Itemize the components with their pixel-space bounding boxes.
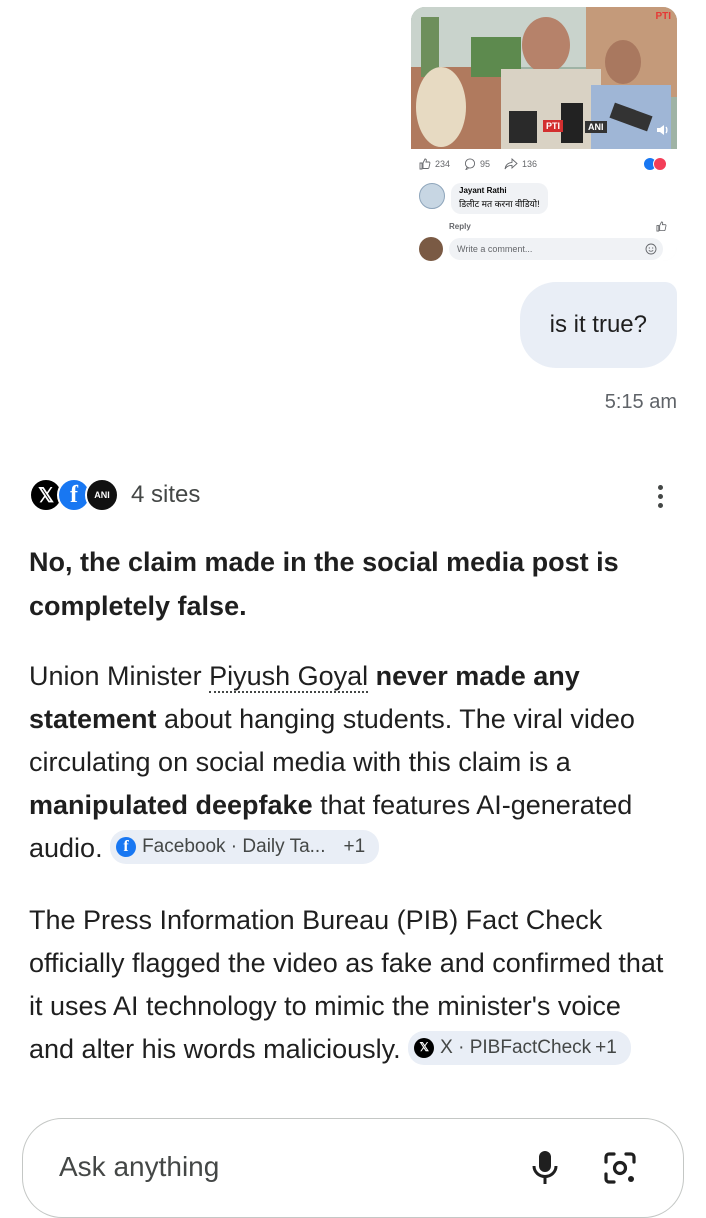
x-icon: 𝕏 [414,1037,435,1058]
reaction-badges [643,157,667,171]
share-count: 136 [522,159,538,169]
ani-icon: ANI [85,478,119,512]
video-watermark: PTI [655,11,671,22]
more-options-icon[interactable] [652,482,668,512]
speaker-icon[interactable] [655,123,669,137]
p1-text-1: Union Minister [29,661,210,691]
mic-tag-ani: ANI [585,121,607,133]
like-count: 234 [435,159,451,169]
write-comment-field[interactable]: Write a comment... [449,238,663,260]
comment-item: Jayant Rathi डिलीट मत करना वीडियो! [419,183,548,214]
comment-icon [464,158,476,170]
source-chip-label: X · PIBFactCheck [440,1037,592,1059]
thumbs-up-icon [419,158,431,170]
reply-link[interactable]: Reply [449,222,471,231]
write-comment-placeholder: Write a comment... [457,244,533,254]
prompt-input-bar[interactable]: Ask anything [22,1118,684,1218]
user-message-bubble: is it true? [519,282,677,368]
user-avatar [419,237,443,261]
share-icon [504,158,518,170]
facebook-icon: f [116,836,137,857]
emoji-icon[interactable] [645,243,657,255]
answer-headline: No, the claim made in the social media p… [29,547,619,621]
source-chip-more: +1 [595,1037,617,1059]
sources-count: 4 sites [131,481,201,508]
comment-like-icon[interactable] [656,221,667,232]
comment-count-group[interactable]: 95 [464,158,490,170]
source-chip-more: +1 [343,836,366,858]
facebook-post-footer: 234 95 136 Jayant Rathi डिलीट मत करना वी… [411,149,677,261]
commenter-avatar[interactable] [419,183,445,209]
source-chip-label: Facebook · Daily Ta... [142,836,326,858]
shared-image[interactable]: PTI PTI ANI 234 95 136 Jayant Rathi डिली… [411,7,677,261]
commenter-name[interactable]: Jayant Rathi [459,186,540,195]
microphone-icon[interactable] [529,1149,561,1187]
p1-bold-2: manipulated deepfake [29,790,313,820]
source-chip-facebook[interactable]: f Facebook · Daily Ta... +1 [110,829,380,864]
p1-space [368,661,376,691]
entity-link-piyush-goyal[interactable]: Piyush Goyal [209,661,369,693]
prompt-input-placeholder: Ask anything [59,1151,220,1182]
comment-text: डिलीट मत करना वीडियो! [459,199,540,209]
source-chip-x[interactable]: 𝕏X · PIBFactCheck +1 [408,1030,631,1065]
scroll-fade [0,1070,706,1120]
user-message-text: is it true? [549,311,647,338]
like-count-group[interactable]: 234 [419,158,450,170]
share-count-group[interactable]: 136 [504,158,537,170]
video-thumbnail[interactable]: PTI PTI ANI [411,7,677,149]
camera-lens-icon[interactable] [603,1151,637,1185]
mic-tag-pti: PTI [543,120,564,132]
sources-row[interactable]: 𝕏 f ANI 4 sites [29,478,200,512]
comment-bubble: Jayant Rathi डिलीट मत करना वीडियो! [451,183,548,214]
message-timestamp: 5:15 am [604,391,677,413]
angry-reaction-icon [653,157,667,171]
answer-paragraph-1: Union Minister Piyush Goyal never made a… [29,655,669,870]
answer-paragraph-2: The Press Information Bureau (PIB) Fact … [29,899,669,1071]
comment-count: 95 [480,159,491,169]
